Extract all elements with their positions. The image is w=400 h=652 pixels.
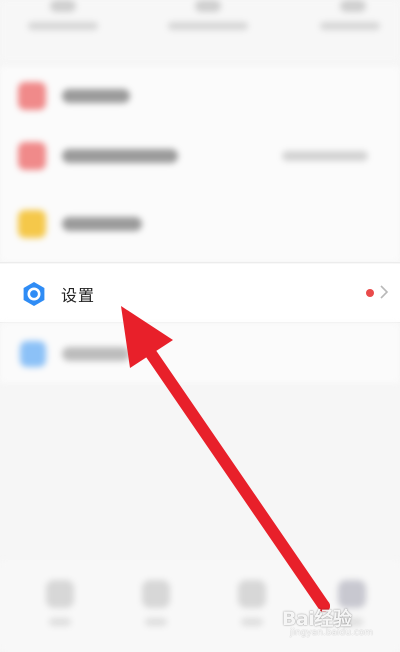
- menu-card: [0, 323, 400, 383]
- menu-item-value: [282, 151, 368, 161]
- nav-label: [241, 618, 263, 626]
- shortcut-icon: [195, 0, 221, 12]
- menu-item-label: [62, 217, 142, 231]
- settings-label: 设置: [61, 288, 96, 305]
- settings-icon: [23, 282, 45, 306]
- nav-icon[interactable]: [46, 580, 74, 608]
- top-shortcut-bar: [0, 0, 400, 62]
- menu-item-icon: [18, 210, 46, 238]
- menu-row-blurred[interactable]: [0, 66, 400, 126]
- nav-icon[interactable]: [238, 580, 266, 608]
- settings-row[interactable]: 设置: [0, 264, 400, 322]
- menu-item-label: [62, 149, 178, 163]
- watermark-logo: Bai经验: [282, 608, 352, 630]
- shortcut-icon: [340, 0, 366, 12]
- notification-dot: [366, 289, 374, 297]
- menu-item-icon: [18, 82, 46, 110]
- menu-card: [0, 66, 400, 262]
- chevron-right-icon: [380, 285, 389, 299]
- shortcut-icon: [50, 0, 76, 12]
- menu-row-blurred[interactable]: [0, 323, 400, 383]
- menu-item-icon: [18, 142, 46, 170]
- watermark-url: jingyan.baidu.com: [290, 628, 374, 638]
- shortcut-label: [28, 22, 98, 30]
- shortcut-label: [320, 22, 380, 30]
- menu-row-blurred[interactable]: [0, 126, 400, 186]
- section-divider: [0, 262, 400, 263]
- menu-row-blurred[interactable]: [0, 194, 400, 254]
- menu-item-label: [62, 347, 130, 361]
- nav-label: [49, 618, 71, 626]
- nav-icon[interactable]: [142, 580, 170, 608]
- menu-item-label: [62, 89, 130, 103]
- menu-item-icon: [20, 341, 46, 367]
- shortcut-label: [168, 22, 248, 30]
- nav-label: [145, 618, 167, 626]
